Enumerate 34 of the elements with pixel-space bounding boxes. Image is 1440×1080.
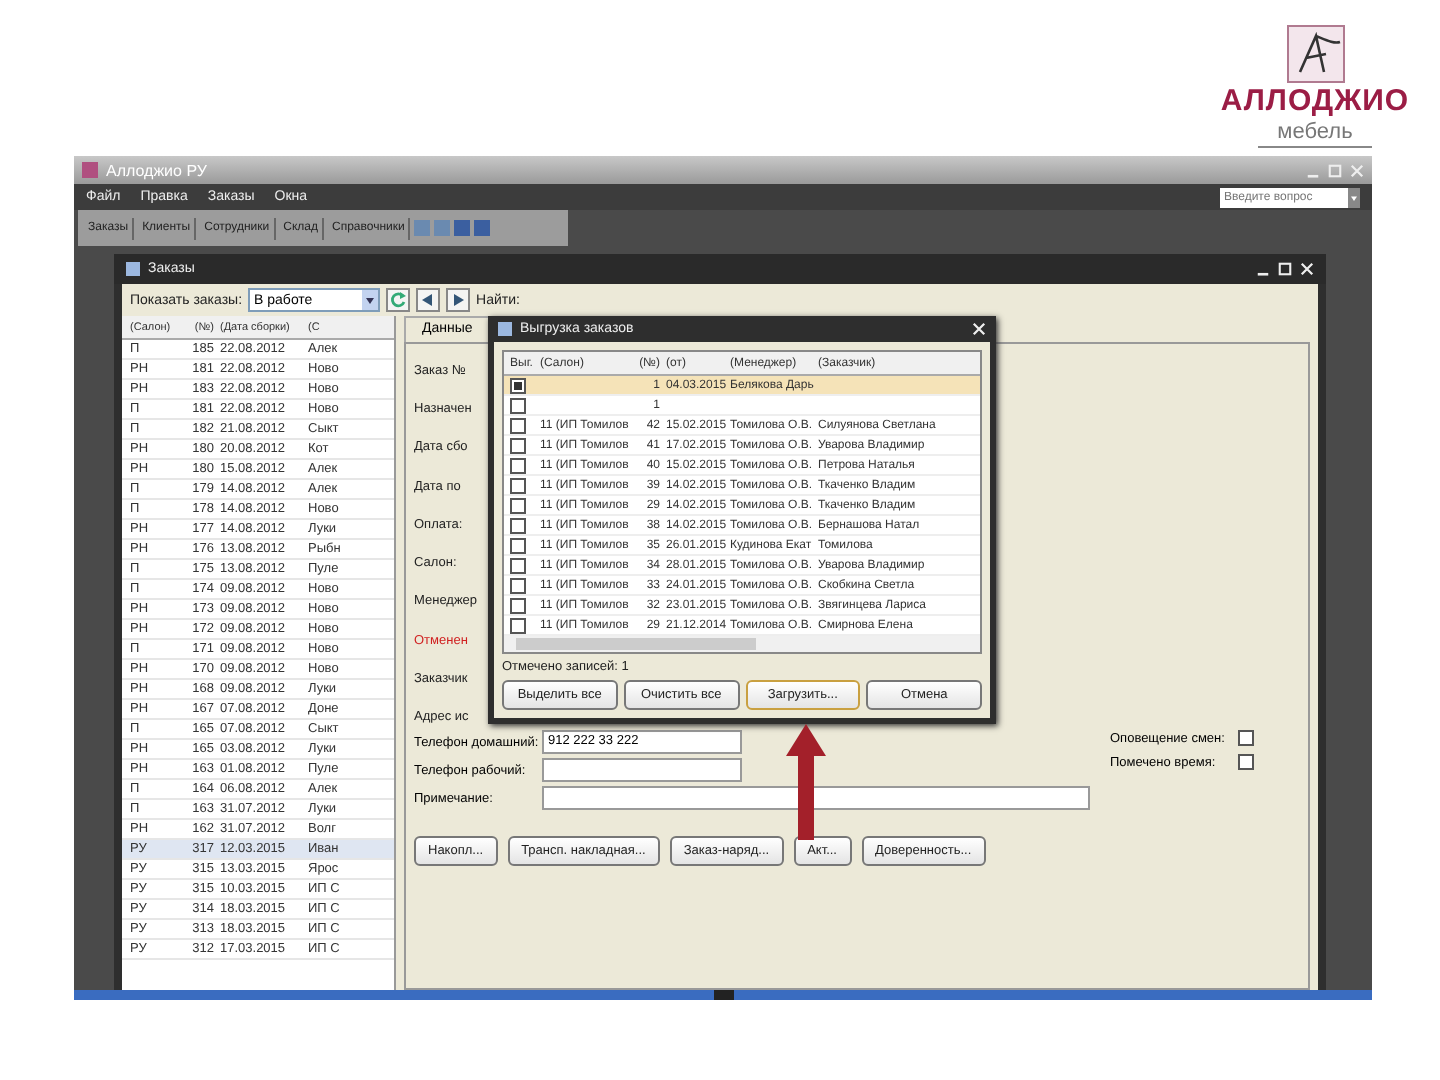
checkbox[interactable]: [1238, 754, 1254, 770]
maximize-icon[interactable]: [1278, 262, 1292, 276]
arrow-right-icon[interactable]: [446, 288, 471, 312]
close-icon[interactable]: [972, 322, 986, 336]
checkbox[interactable]: [510, 437, 526, 453]
checkbox[interactable]: [510, 377, 526, 393]
arrow-left-icon[interactable]: [416, 288, 441, 312]
logo-emblem-icon: [1285, 24, 1345, 84]
input-field[interactable]: [542, 786, 1090, 810]
app-icon: [82, 162, 98, 178]
logo-wordmark: АЛЛОДЖИО: [1220, 84, 1410, 120]
checkbox[interactable]: [510, 517, 526, 533]
logo-tagline: мебель: [1257, 120, 1373, 148]
horizontal-scrollbar[interactable]: [504, 636, 980, 652]
caret-icon[interactable]: [1348, 187, 1360, 207]
checkbox[interactable]: [1238, 730, 1254, 746]
checkbox[interactable]: [510, 477, 526, 493]
app-title: Аллоджио РУ: [106, 161, 207, 179]
window-icon: [498, 322, 512, 336]
checkbox[interactable]: [510, 557, 526, 573]
window-icon: [126, 262, 140, 276]
pointer-arrow-icon: [786, 724, 826, 840]
checkbox[interactable]: [510, 537, 526, 553]
input-field[interactable]: [542, 758, 742, 782]
checkbox[interactable]: [510, 577, 526, 593]
checkbox[interactable]: [510, 617, 526, 633]
checkbox[interactable]: [510, 497, 526, 513]
close-icon[interactable]: [1300, 262, 1314, 276]
taskbar-icon[interactable]: [713, 990, 733, 1000]
checkbox[interactable]: [510, 597, 526, 613]
checkbox[interactable]: [510, 417, 526, 433]
checkbox[interactable]: [510, 397, 526, 413]
caret-icon[interactable]: [362, 290, 379, 310]
checkbox[interactable]: [510, 457, 526, 473]
